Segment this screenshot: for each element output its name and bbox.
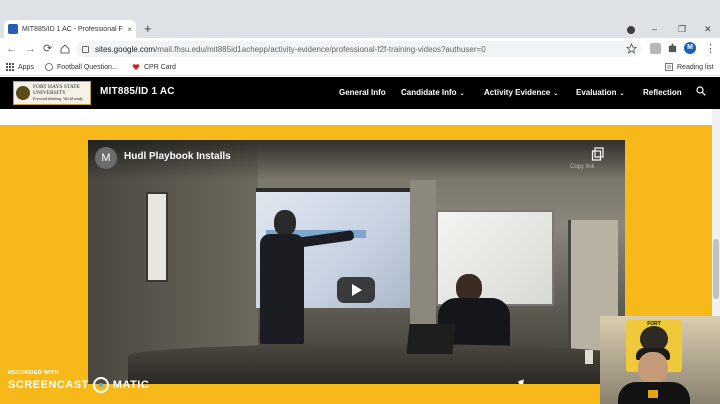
address-bar[interactable]: sites.google.com/mail.fhsu.edu/mit885id1… bbox=[76, 41, 641, 57]
channel-avatar[interactable]: M bbox=[95, 147, 117, 169]
site-title[interactable]: MIT885/ID 1 AC bbox=[100, 86, 175, 97]
globe-icon bbox=[45, 63, 53, 71]
site-header: FORT HAYS STATE UNIVERSITY Forward think… bbox=[0, 77, 720, 109]
apps-grid-icon bbox=[6, 63, 14, 71]
poster-top-text: FORT bbox=[647, 321, 661, 327]
video-scene-door bbox=[146, 192, 168, 282]
profile-avatar[interactable]: M bbox=[684, 42, 696, 54]
nav-reflection[interactable]: Reflection bbox=[643, 88, 682, 97]
extension-icon[interactable] bbox=[650, 43, 661, 54]
minimize-button[interactable]: – bbox=[652, 20, 657, 38]
browser-menu-icon[interactable]: ⋮ bbox=[705, 41, 716, 57]
bookmark-label: CPR Card bbox=[144, 63, 176, 71]
video-scene-laptop bbox=[406, 324, 456, 354]
play-button[interactable] bbox=[337, 277, 375, 303]
browser-tab-strip: MIT885/ID 1 AC - Professional F × + – ❐ … bbox=[0, 0, 720, 38]
forward-button[interactable]: → bbox=[25, 41, 36, 57]
puzzle-extensions-icon[interactable] bbox=[667, 43, 678, 54]
fhsu-logo[interactable]: FORT HAYS STATE UNIVERSITY Forward think… bbox=[13, 81, 91, 105]
back-button[interactable]: ← bbox=[6, 41, 17, 57]
nav-activity-evidence[interactable]: Activity Evidence ⌄ bbox=[484, 88, 558, 97]
nav-candidate-info[interactable]: Candidate Info ⌄ bbox=[401, 88, 465, 97]
sites-favicon-icon bbox=[8, 24, 18, 34]
chevron-down-icon: ⌄ bbox=[459, 91, 465, 97]
copy-link-label[interactable]: Copy link bbox=[570, 164, 595, 170]
screencast-watermark: RECORDED WITH SCREENCAST MATIC bbox=[8, 370, 149, 393]
url-text: sites.google.com/mail.fhsu.edu/mit885id1… bbox=[95, 44, 486, 54]
video-scene-cup bbox=[585, 350, 593, 364]
bookmark-label: Football Question... bbox=[57, 63, 118, 71]
lock-icon bbox=[82, 45, 89, 53]
bookmarks-bar: Apps Football Question... CPR Card Readi… bbox=[0, 60, 720, 76]
recorded-with-label: RECORDED WITH bbox=[8, 370, 59, 376]
chevron-down-icon: ⌄ bbox=[619, 91, 625, 97]
reload-button[interactable]: ⟳ bbox=[43, 41, 52, 57]
bookmark-label: Apps bbox=[18, 63, 34, 71]
home-icon[interactable] bbox=[60, 44, 70, 54]
video-title[interactable]: Hudl Playbook Installs bbox=[124, 151, 231, 162]
reading-list-label: Reading list bbox=[677, 63, 714, 71]
brand-right: MATIC bbox=[112, 379, 150, 391]
reading-list-button[interactable]: Reading list bbox=[665, 63, 714, 71]
nav-evaluation[interactable]: Evaluation ⌄ bbox=[576, 88, 624, 97]
video-scene-table bbox=[128, 344, 625, 384]
presenter-face bbox=[638, 352, 668, 384]
university-seal-icon bbox=[16, 86, 30, 100]
new-tab-button[interactable]: + bbox=[144, 20, 152, 38]
nav-general-info[interactable]: General Info bbox=[339, 88, 386, 97]
presenter-head bbox=[274, 210, 296, 236]
browser-toolbar: ← → ⟳ sites.google.com/mail.fhsu.edu/mit… bbox=[0, 38, 720, 60]
presenter-body bbox=[260, 234, 304, 344]
video-scene-presenter bbox=[252, 210, 304, 350]
copy-link-icon[interactable] bbox=[591, 147, 605, 161]
bookmark-star-icon[interactable] bbox=[626, 43, 637, 54]
youtube-video-embed[interactable]: M Hudl Playbook Installs Copy link bbox=[88, 140, 625, 384]
close-window-button[interactable]: ✕ bbox=[704, 20, 712, 38]
search-icon[interactable] bbox=[696, 86, 706, 96]
heart-icon bbox=[132, 64, 140, 70]
page-spacer bbox=[0, 109, 720, 125]
logo-text: FORT HAYS STATE UNIVERSITY Forward think… bbox=[33, 84, 84, 101]
shirt-logo bbox=[648, 390, 658, 398]
chevron-down-icon: ⌄ bbox=[553, 91, 559, 97]
reading-list-icon bbox=[665, 63, 673, 71]
scrollbar-thumb[interactable] bbox=[713, 239, 719, 299]
bookmark-cpr-card[interactable]: CPR Card bbox=[132, 63, 176, 71]
video-scene-pillar bbox=[410, 180, 436, 340]
tab-close-icon[interactable]: × bbox=[127, 25, 132, 34]
browser-tab-active[interactable]: MIT885/ID 1 AC - Professional F × bbox=[4, 20, 136, 38]
tab-title: MIT885/ID 1 AC - Professional F bbox=[22, 25, 123, 33]
brand-left: SCREENCAST bbox=[8, 379, 89, 391]
bookmark-football[interactable]: Football Question... bbox=[45, 63, 118, 71]
media-record-icon[interactable] bbox=[626, 25, 636, 35]
restore-button[interactable]: ❐ bbox=[678, 20, 686, 38]
bookmark-apps[interactable]: Apps bbox=[6, 63, 34, 71]
screencast-brand: SCREENCAST MATIC bbox=[8, 377, 149, 393]
webcam-overlay: FORT STATE bbox=[600, 316, 720, 404]
screencast-logo-icon bbox=[92, 377, 109, 393]
